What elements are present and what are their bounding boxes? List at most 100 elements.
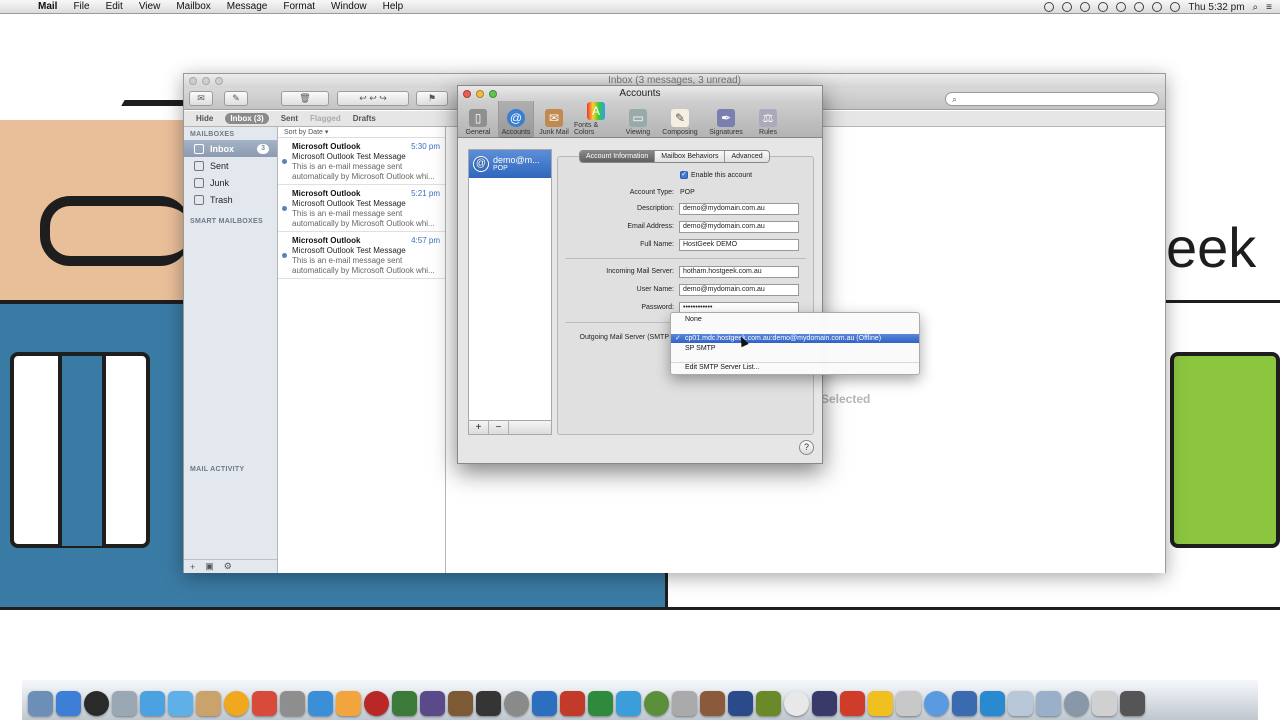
menu-edit[interactable]: Edit [98,1,131,12]
enable-account-checkbox[interactable]: ✓ Enable this account [680,171,752,179]
sort-button[interactable]: Sort by Date ▾ [278,127,445,138]
dock-app-icon[interactable] [812,691,837,716]
menu-item-cp01-smtp[interactable]: ✓ cp01.mdc.hostgeek.com.au:demo@mydomain… [671,334,919,343]
remove-account-button[interactable]: − [489,421,509,434]
delete-junk-buttons[interactable]: 🗑 [281,91,329,106]
close-button[interactable] [463,90,471,98]
sidebar-item-trash[interactable]: Trash [184,191,277,208]
get-mail-button[interactable]: ✉ [189,91,213,106]
notification-icon[interactable]: ≡ [1266,2,1272,13]
favorite-inbox[interactable]: Inbox (3) [225,113,269,124]
menu-help[interactable]: Help [375,1,412,12]
favorite-sent[interactable]: Sent [281,114,298,123]
dock-app-icon[interactable] [700,691,725,716]
favorite-flagged[interactable]: Flagged [310,114,341,123]
battery-icon[interactable] [1170,2,1181,12]
menu-format[interactable]: Format [275,1,323,12]
dock-app-icon[interactable] [196,691,221,716]
dock-app-icon[interactable] [308,691,333,716]
incoming-server-field[interactable]: hotham.hostgeek.com.au [679,266,799,278]
dock-app-icon[interactable] [840,691,865,716]
user-name-field[interactable]: demo@mydomain.com.au [679,284,799,296]
tab-junk-mail[interactable]: ✉ Junk Mail [536,101,572,138]
dock-app-icon[interactable] [1120,691,1145,716]
show-activity-icon[interactable]: ▣ [205,561,214,572]
add-account-button[interactable]: + [469,421,489,434]
list-item[interactable]: Microsoft Outlook 5:21 pm Microsoft Outl… [278,185,445,232]
dock-app-icon[interactable] [644,691,669,716]
dock-app-icon[interactable] [560,691,585,716]
dock-app-icon[interactable] [532,691,557,716]
tab-mailbox-behaviors[interactable]: Mailbox Behaviors [655,151,726,162]
account-item[interactable]: @ demo@m... POP [469,150,551,178]
list-item[interactable]: Microsoft Outlook 5:30 pm Microsoft Outl… [278,138,445,185]
favorite-drafts[interactable]: Drafts [353,114,376,123]
dock-app-icon[interactable] [140,691,165,716]
dock-app-icon[interactable] [588,691,613,716]
dock-app-icon[interactable] [1064,691,1089,716]
hide-button[interactable]: Hide [196,114,213,123]
full-name-field[interactable]: HostGeek DEMO [679,239,799,251]
time-machine-icon[interactable] [1098,2,1109,12]
description-field[interactable]: demo@mydomain.com.au [679,203,799,215]
minimize-button[interactable] [476,90,484,98]
sync-icon[interactable] [1080,2,1091,12]
wifi-icon[interactable] [1134,2,1145,12]
dock-app-icon[interactable] [84,691,109,716]
tab-general[interactable]: ▯ General [460,101,496,138]
dock-app-icon[interactable] [28,691,53,716]
minimize-button[interactable] [202,77,210,85]
tab-account-information[interactable]: Account Information [580,151,656,162]
dock-app-icon[interactable] [252,691,277,716]
menu-item-none[interactable]: None [671,315,919,324]
gear-icon[interactable]: ⚙ [224,561,232,572]
dock-app-icon[interactable] [1008,691,1033,716]
menu-mail[interactable]: Mail [30,1,65,12]
dock-app-icon[interactable] [616,691,641,716]
dock-app-icon[interactable] [420,691,445,716]
menu-message[interactable]: Message [219,1,276,12]
menubar-clock[interactable]: Thu 5:32 pm [1188,2,1244,13]
dock-app-icon[interactable] [224,691,249,716]
dock-app-icon[interactable] [756,691,781,716]
dock-app-icon[interactable] [784,691,809,716]
menu-window[interactable]: Window [323,1,375,12]
compose-button[interactable]: ✎ [224,91,248,106]
reply-buttons[interactable]: ↩ ↩ ↪ [337,91,409,106]
spotlight-icon[interactable]: ⌕ [1253,2,1259,13]
status-icon[interactable] [1044,2,1055,12]
screen-icon[interactable] [1062,2,1073,12]
dock-app-icon[interactable] [1092,691,1117,716]
dock-app-icon[interactable] [896,691,921,716]
zoom-button[interactable] [489,90,497,98]
dock-app-icon[interactable] [280,691,305,716]
close-button[interactable] [189,77,197,85]
email-field[interactable]: demo@mydomain.com.au [679,221,799,233]
dock-app-icon[interactable] [504,691,529,716]
help-button[interactable]: ? [799,440,814,455]
dock-app-icon[interactable] [112,691,137,716]
add-mailbox-icon[interactable]: + [190,562,195,572]
sidebar-item-inbox[interactable]: Inbox 3 [184,140,277,157]
flag-button[interactable]: ⚑ [416,91,448,106]
menu-file[interactable]: File [65,1,97,12]
menu-item-sp-smtp[interactable]: SP SMTP [671,344,919,353]
dock-app-icon[interactable] [168,691,193,716]
dock-app-icon[interactable] [448,691,473,716]
dock-app-icon[interactable] [1036,691,1061,716]
dock-app-icon[interactable] [476,691,501,716]
bluetooth-icon[interactable] [1116,2,1127,12]
dock-app-icon[interactable] [336,691,361,716]
menu-mailbox[interactable]: Mailbox [168,1,218,12]
dock-app-icon[interactable] [364,691,389,716]
tab-advanced[interactable]: Advanced [725,151,769,162]
menu-item-edit-smtp-list[interactable]: Edit SMTP Server List... [671,363,919,372]
tab-accounts[interactable]: @ Accounts [498,101,534,138]
tab-composing[interactable]: ✎ Composing [658,101,702,138]
tab-viewing[interactable]: ▭ Viewing [620,101,656,138]
tab-rules[interactable]: ⚖ Rules [750,101,786,138]
dock-app-icon[interactable] [924,691,949,716]
list-item[interactable]: Microsoft Outlook 4:57 pm Microsoft Outl… [278,232,445,279]
dock-app-icon[interactable] [980,691,1005,716]
tab-signatures[interactable]: ✒ Signatures [704,101,748,138]
